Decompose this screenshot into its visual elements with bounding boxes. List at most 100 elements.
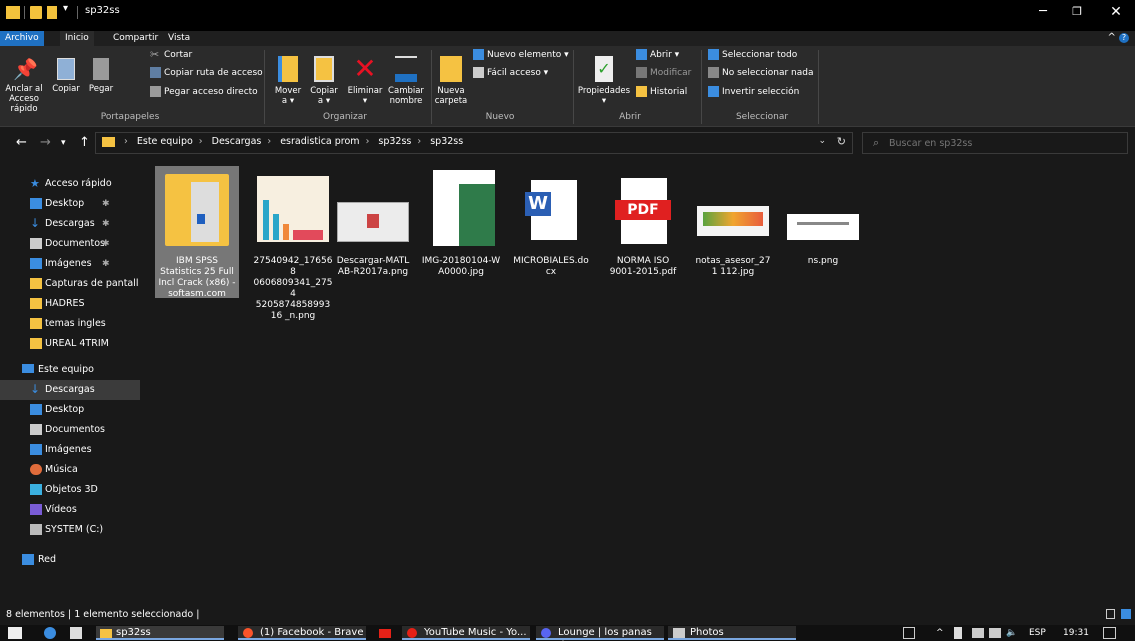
file-item[interactable]: 27540942_176568 0606809341_2754 52058748… [251,166,335,321]
address-bar[interactable]: › Este equipo › Descargas › esradistica pr… [95,132,853,154]
breadcrumb-sp32ss-current[interactable]: sp32ss [430,136,463,147]
keyboard-icon[interactable] [903,627,915,639]
cut-button[interactable]: ✂ Cortar [150,48,192,62]
sidebar-item-desktop[interactable]: Desktop ✱ [0,194,140,214]
file-item[interactable]: W MICROBIALES.do cx [509,166,593,298]
copy-path-button[interactable]: Copiar ruta de acceso [150,66,263,80]
breadcrumb-esradistica[interactable]: esradistica prom [280,136,359,147]
nav-quick-access[interactable]: ★ Acceso rápido [0,174,140,194]
sidebar-item-documentos[interactable]: Documentos [0,420,140,440]
file-item[interactable]: ns.png [781,166,865,298]
paste-button[interactable]: Pegar [86,58,116,94]
sidebar-item-objetos-3d[interactable]: Objetos 3D [0,480,140,500]
sidebar-item-descargas[interactable]: ↓ Descargas ✱ [0,214,140,234]
start-icon[interactable] [8,627,22,639]
breadcrumb-este-equipo[interactable]: Este equipo [137,136,193,147]
language-indicator[interactable]: ESP [1029,625,1046,641]
select-all-button[interactable]: Seleccionar todo [708,48,797,62]
paste-shortcut-button[interactable]: Pegar acceso directo [150,85,258,99]
breadcrumb-sp32ss-parent[interactable]: sp32ss [378,136,411,147]
search-box[interactable]: ⌕ [862,132,1128,154]
cortana-icon[interactable] [44,627,56,639]
clock[interactable]: 19:31 [1063,625,1089,641]
sidebar-item-descargas[interactable]: ↓ Descargas [0,380,140,400]
sidebar-item-desktop[interactable]: Desktop [0,400,140,420]
large-icons-view-icon[interactable] [1121,609,1131,619]
sidebar-item-hadres[interactable]: HADRES [0,294,140,314]
sidebar-item-música[interactable]: Música [0,460,140,480]
collapse-ribbon-icon[interactable]: ^ ? [1107,32,1129,43]
sidebar-item-system-c-[interactable]: SYSTEM (C:) [0,520,140,540]
usb-icon[interactable] [954,627,962,639]
history-button[interactable]: Historial [636,85,687,99]
file-item[interactable]: PDF NORMA ISO 9001-2015.pdf [601,166,685,298]
properties-quick-icon[interactable] [30,6,42,19]
file-item[interactable]: Descargar-MATL AB-R2017a.png [331,166,415,298]
copy-to-button[interactable]: Copiar a ▾ [307,56,341,106]
open-button[interactable]: Abrir ▾ [636,48,679,62]
taskbar-explorer[interactable]: sp32ss [96,626,224,640]
sidebar-item-capturas-de-pantall[interactable]: Capturas de pantall [0,274,140,294]
customize-quick-access-icon[interactable]: ▾ [63,3,68,16]
invert-selection-label: Invertir selección [722,87,800,97]
pin-quick-access-button[interactable]: 📌 Anclar al Acceso rápido [2,58,46,114]
copy-button[interactable]: Copiar [49,58,83,94]
refresh-icon[interactable]: ↻ [837,135,846,148]
task-view-icon[interactable] [70,627,82,639]
sidebar-item-documentos[interactable]: Documentos ✱ [0,234,140,254]
maximize-button[interactable]: ❐ [1058,0,1096,26]
nav-network[interactable]: Red [0,550,140,570]
invert-selection-button[interactable]: Invertir selección [708,85,799,99]
sidebar-item-imágenes[interactable]: Imágenes ✱ [0,254,140,274]
back-arrow-icon[interactable]: ← [16,135,27,150]
taskbar-brave[interactable]: (1) Facebook - Brave [238,626,366,640]
file-item[interactable]: notas_asesor_271 112.jpg [691,166,775,298]
show-hidden-icons-chevron-icon[interactable]: ^ [936,625,944,641]
forward-arrow-icon[interactable]: → [40,135,51,150]
tab-inicio[interactable]: Inicio [60,31,94,46]
easy-access-button[interactable]: Fácil acceso ▾ [473,66,548,80]
sidebar-item-temas-ingles[interactable]: temas ingles [0,314,140,334]
select-none-button[interactable]: No seleccionar nada [708,66,814,80]
taskbar-youtube-music[interactable]: YouTube Music - Yo... [402,626,530,640]
pin-icon[interactable]: ✱ [102,254,110,274]
nav-this-pc[interactable]: Este equipo [0,360,140,380]
network-tray-icon[interactable] [972,628,984,638]
new-item-button[interactable]: Nuevo elemento ▾ [473,48,569,62]
notifications-icon[interactable] [1103,627,1116,639]
new-folder-button[interactable]: Nueva carpeta [434,56,468,106]
music-icon [30,464,42,475]
sidebar-item-ureal-4trim[interactable]: UREAL 4TRIM [0,334,140,354]
volume-icon[interactable]: 🔈 [1006,625,1017,641]
taskbar-photos[interactable]: Photos [668,626,796,640]
edit-button[interactable]: Modificar [636,66,691,80]
tab-archivo[interactable]: Archivo [0,31,44,46]
minimize-button[interactable]: ─ [1024,0,1062,26]
tab-compartir[interactable]: Compartir [108,31,163,46]
recent-locations-chevron-icon[interactable]: ▾ [61,138,66,148]
breadcrumb-descargas[interactable]: Descargas [212,136,262,147]
sidebar-item-imágenes[interactable]: Imágenes [0,440,140,460]
up-arrow-icon[interactable]: ↑ [79,135,90,150]
taskbar-discord[interactable]: Lounge | los panas d... [536,626,664,641]
pin-icon[interactable]: ✱ [102,214,110,234]
taskbar-youtube[interactable] [372,626,398,640]
help-icon[interactable]: ? [1119,33,1129,43]
tab-vista[interactable]: Vista [163,31,195,46]
search-input[interactable] [889,135,1119,151]
pin-icon[interactable]: ✱ [102,194,110,214]
file-item[interactable]: IMG-20180104-W A0000.jpg [419,166,503,298]
new-folder-quick-icon[interactable] [47,6,57,19]
close-button[interactable]: ✕ [1097,0,1135,26]
pin-icon[interactable]: ✱ [102,234,110,254]
rename-button[interactable]: Cambiar nombre [387,56,425,106]
sidebar-item-vídeos[interactable]: Vídeos [0,500,140,520]
file-item[interactable]: IBM SPSS Statistics 25 Full Incl Crack (… [155,166,239,299]
delete-button[interactable]: ✕ Eliminar ▾ [343,55,387,107]
details-view-icon[interactable] [1106,609,1115,619]
properties-button[interactable]: ✓ Propiedades ▾ [576,56,632,106]
file-explorer-window: ▾ sp32ss ─ ❐ ✕ Archivo Inicio Compartir … [0,0,1135,641]
move-to-button[interactable]: Mover a ▾ [271,56,305,106]
address-dropdown-chevron-icon[interactable]: ⌄ [818,136,826,146]
display-tray-icon[interactable] [989,628,1001,638]
